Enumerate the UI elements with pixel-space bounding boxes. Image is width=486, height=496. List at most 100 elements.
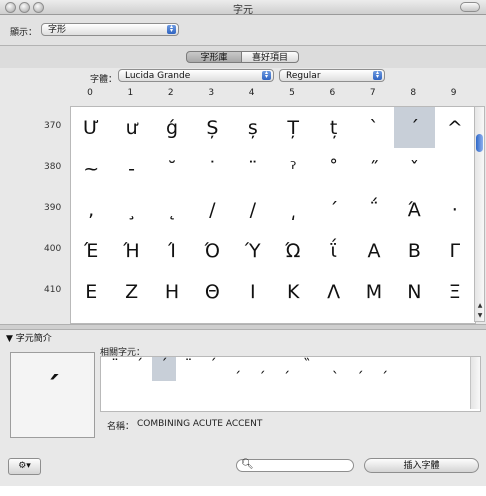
scroll-down-arrow-icon[interactable]: ▼: [476, 312, 484, 320]
glyph-cell[interactable]: ·: [435, 189, 475, 230]
glyph-cell[interactable]: Έ: [71, 230, 111, 271]
related-glyph[interactable]: ˏ: [348, 357, 372, 381]
glyph-cell[interactable]: ¸: [111, 189, 151, 230]
column-header: 9: [450, 88, 457, 98]
glyph-cell[interactable]: Ν: [394, 271, 434, 312]
glyph-cell[interactable]: ˇ: [394, 148, 434, 189]
insert-button[interactable]: 插入字體: [364, 458, 479, 473]
glyph-cell[interactable]: Η: [152, 271, 192, 312]
info-disclosure[interactable]: ▼ 字元簡介: [6, 331, 52, 344]
glyph-cell[interactable]: Ύ: [233, 230, 273, 271]
glyph-cell[interactable]: Ι: [233, 271, 273, 312]
toolbar-toggle-button[interactable]: [460, 2, 480, 12]
glyph-cell[interactable]: ˝: [354, 148, 394, 189]
column-header: 5: [289, 88, 295, 98]
glyph-cell[interactable]: Μ: [354, 271, 394, 312]
glyph-cell[interactable]: Ε: [71, 271, 111, 312]
glyph-cell[interactable]: Ξ: [435, 271, 475, 312]
glyph-cell[interactable]: `: [354, 107, 394, 148]
tab-glyph-library[interactable]: 字形庫: [186, 51, 242, 63]
font-style-popup[interactable]: Regular ▴ ▾: [279, 69, 385, 82]
glyph-cell[interactable]: [435, 148, 475, 189]
related-glyph[interactable]: ˏ: [373, 357, 397, 381]
font-label: 字體：: [90, 75, 118, 85]
glyph-cell[interactable]: Α: [354, 230, 394, 271]
glyph-cell[interactable]: ˀ: [273, 148, 313, 189]
gear-icon: ⚙▾: [18, 461, 31, 471]
splitter[interactable]: [0, 324, 486, 330]
column-header: 8: [410, 88, 417, 98]
glyph-cell[interactable]: Λ: [313, 271, 353, 312]
glyph-cell[interactable]: Ț: [273, 107, 313, 148]
glyph-cell[interactable]: ^: [435, 107, 475, 148]
glyph-cell[interactable]: ,: [71, 189, 111, 230]
glyph-cell[interactable]: ǵ: [152, 107, 192, 148]
related-glyph[interactable]: ¨: [177, 357, 201, 381]
glyph-cell[interactable]: ~: [71, 148, 111, 189]
glyph-cell[interactable]: ˛: [152, 189, 192, 230]
glyph-cell[interactable]: Ư: [71, 107, 111, 148]
glyph-cell[interactable]: Ș: [192, 107, 232, 148]
related-glyph[interactable]: ˊ: [128, 357, 152, 381]
glyph-cell[interactable]: Ζ: [111, 271, 151, 312]
glyph-cell[interactable]: ˙: [192, 148, 232, 189]
glyph-cell[interactable]: /: [192, 189, 232, 230]
related-glyph[interactable]: ¨: [103, 357, 127, 381]
glyph-cell[interactable]: ΅: [354, 189, 394, 230]
row-label: 390: [44, 203, 62, 213]
related-glyph[interactable]: ˏ: [226, 357, 250, 381]
column-header: 3: [208, 88, 215, 98]
glyph-cell[interactable]: ´: [394, 107, 435, 148]
glyph-cell[interactable]: ¨: [233, 148, 273, 189]
glyph-cell[interactable]: ˊ: [313, 189, 353, 230]
column-header: 2: [167, 88, 174, 98]
related-glyph[interactable]: ̏: [299, 357, 323, 381]
action-menu-button[interactable]: ⚙▾: [8, 458, 41, 475]
related-glyph[interactable]: ´: [152, 357, 176, 381]
toolbar: 顯示： 字形 ▴ ▾: [0, 15, 486, 46]
preview-glyph: ´: [45, 371, 60, 406]
glyph-cell[interactable]: ș: [233, 107, 273, 148]
related-glyph[interactable]: ˊ: [201, 357, 225, 381]
glyph-cell[interactable]: ˚: [313, 148, 353, 189]
column-header: 0: [87, 88, 93, 98]
glyph-cell[interactable]: Ό: [192, 230, 232, 271]
row-label: 400: [44, 244, 62, 254]
glyph-cell[interactable]: ț: [313, 107, 353, 148]
info-header: 字元簡介: [15, 334, 52, 344]
glyph-cell[interactable]: ˘: [152, 148, 192, 189]
font-family-value: Lucida Grande: [125, 71, 191, 81]
glyph-cell[interactable]: Ώ: [273, 230, 313, 271]
related-glyph[interactable]: ˎ: [324, 357, 348, 381]
related-glyph[interactable]: ˏ: [250, 357, 274, 381]
glyph-cell[interactable]: Κ: [273, 271, 313, 312]
font-family-popup[interactable]: Lucida Grande ▴ ▾: [118, 69, 274, 82]
related-glyph[interactable]: ˏ: [275, 357, 299, 381]
glyph-cell[interactable]: Θ: [192, 271, 232, 312]
glyph-cell[interactable]: Ί: [152, 230, 192, 271]
tab-bar: 字形庫 喜好項目: [0, 46, 486, 68]
glyph-cell[interactable]: Ή: [111, 230, 151, 271]
name-label: 名稱：: [107, 422, 135, 432]
glyph-preview: ´: [10, 352, 95, 438]
glyph-cell[interactable]: -: [111, 148, 151, 189]
search-field[interactable]: 🔍︎: [236, 459, 354, 472]
grid-scrollbar[interactable]: ▲ ▼: [474, 106, 485, 322]
related-scrollbar[interactable]: [470, 357, 480, 409]
glyph-cell[interactable]: Γ: [435, 230, 475, 271]
tab-glyph-library-label: 字形庫: [200, 53, 228, 63]
column-header: 4: [248, 88, 255, 98]
tab-favorites[interactable]: 喜好項目: [241, 51, 299, 63]
glyph-cell[interactable]: Β: [394, 230, 434, 271]
glyph-cell[interactable]: ΐ: [313, 230, 353, 271]
glyph-cell[interactable]: ͵: [273, 189, 313, 230]
glyph-cell[interactable]: ư: [111, 107, 151, 148]
related-glyphs-list[interactable]: ¨ˊ´¨ˊˏˏˏ̏ˎˏˏ: [100, 356, 481, 412]
scroll-thumb[interactable]: [476, 134, 483, 152]
glyph-grid[interactable]: Ưư ǵ Șș Țț ` ´ ^ ~ - ˘ ˙ ¨ ˀ ˚ ˝ ˇ, ¸ ˛ / / ͵ ˊ ΅ Ά · Έ Ή Ί Ό Ύ Ώΐ Α Β Γ Ε…: [70, 106, 476, 324]
scroll-up-arrow-icon[interactable]: ▲: [476, 302, 484, 310]
tab-favorites-label: 喜好項目: [251, 53, 288, 63]
view-popup[interactable]: 字形 ▴ ▾: [41, 23, 179, 36]
glyph-cell[interactable]: /: [233, 189, 273, 230]
glyph-cell[interactable]: Ά: [394, 189, 434, 230]
